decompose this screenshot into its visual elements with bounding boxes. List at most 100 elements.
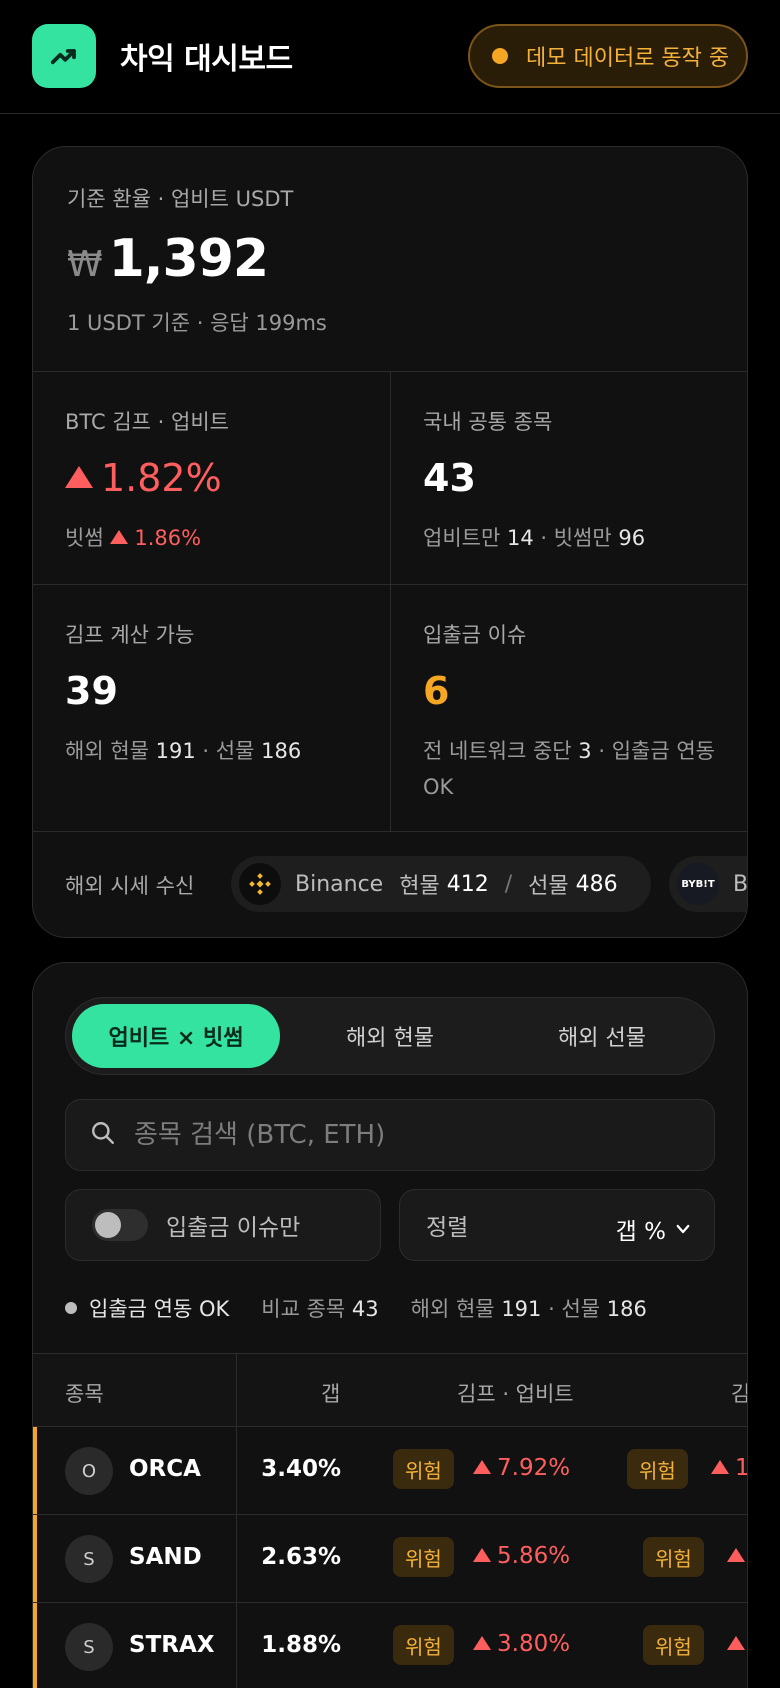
- tab-upbit-bithumb[interactable]: 업비트 × 빗썸: [72, 1004, 280, 1068]
- issue-only-label: 입출금 이슈만: [166, 1215, 301, 1241]
- coin-symbol: STRAX: [129, 1632, 215, 1658]
- app-header: 차익 대시보드 데모 데이터로 동작 중: [0, 0, 780, 114]
- link-status: 입출금 연동 OK: [89, 1297, 230, 1321]
- up-triangle-icon: [727, 1635, 745, 1650]
- coin-icon: S: [65, 1623, 113, 1671]
- exchange-pill-bybit[interactable]: BYB!T B: [669, 856, 748, 912]
- sort-value: 갭 %: [616, 1212, 692, 1246]
- spot-label: 현물: [399, 874, 440, 899]
- kimp-upbit-value: 7.92%: [473, 1455, 570, 1481]
- coin-symbol: SAND: [129, 1544, 202, 1570]
- issue-only-filter[interactable]: 입출금 이슈만: [65, 1189, 381, 1261]
- risk-badge-2: 위험: [627, 1449, 688, 1489]
- up-triangle-icon: [473, 1459, 491, 1474]
- rate-number: 1,392: [108, 229, 269, 289]
- binance-icon: [239, 863, 281, 905]
- exchange-rate-section: 기준 환율 · 업비트 USDT ₩ 1,392 1 USDT 기준 · 응답 …: [33, 147, 747, 372]
- common-coins-label: 국내 공통 종목: [423, 410, 553, 434]
- rate-label: 기준 환율 · 업비트 USDT: [67, 187, 294, 211]
- sort-select[interactable]: 정렬 갭 %: [399, 1189, 715, 1261]
- issue-only-toggle[interactable]: [92, 1209, 148, 1241]
- status-dot-icon: [492, 48, 508, 64]
- up-triangle-icon: [473, 1547, 491, 1562]
- kimp-calc-sub: 해외 현물 191 · 선물 186: [65, 739, 302, 763]
- coin-icon: O: [65, 1447, 113, 1495]
- kimp-upbit-value: 3.80%: [473, 1631, 570, 1657]
- app-title: 차익 대시보드: [120, 42, 293, 77]
- transfer-issue-cell: 입출금 이슈 6 전 네트워크 중단 3 · 입출금 연동 OK: [391, 585, 747, 832]
- column-header-symbol[interactable]: 종목: [65, 1378, 104, 1408]
- market-tabs: 업비트 × 빗썸 해외 현물 해외 선물: [65, 997, 715, 1075]
- table-header: 종목 갭 김프 · 업비트 김: [33, 1353, 747, 1427]
- demo-mode-badge[interactable]: 데모 데이터로 동작 중: [468, 24, 748, 88]
- up-triangle-icon: [711, 1459, 729, 1474]
- transfer-issue-sub: 전 네트워크 중단 3 · 입출금 연동 OK: [423, 739, 715, 799]
- table-row[interactable]: O ORCA 3.40% 위험 7.92% 위험 1: [33, 1427, 747, 1515]
- won-symbol: ₩: [67, 244, 103, 285]
- market-table-card: 업비트 × 빗썸 해외 현물 해외 선물 입출금 이슈만 정렬 갭 % 입출금 …: [32, 962, 748, 1688]
- futures-label: 선물: [528, 874, 569, 899]
- chevron-down-icon: [674, 1220, 692, 1238]
- gap-value: 3.40%: [261, 1456, 341, 1482]
- kimp-2-value: [727, 1631, 747, 1657]
- feed-label: 해외 시세 수신: [65, 874, 195, 898]
- spot-count: 412: [446, 871, 489, 897]
- btc-kimp-value: 1.82%: [65, 456, 222, 500]
- column-header-kimp-upbit[interactable]: 김프 · 업비트: [457, 1378, 574, 1408]
- kimp-calc-cell: 김프 계산 가능 39 해외 현물 191 · 선물 186: [33, 585, 391, 832]
- rate-subtext: 1 USDT 기준 · 응답 199ms: [67, 311, 327, 335]
- common-coins-cell: 국내 공통 종목 43 업비트만 14 · 빗썸만 96: [391, 372, 747, 585]
- risk-badge: 위험: [393, 1625, 454, 1665]
- futures-count: 486: [575, 871, 618, 897]
- warning-accent-bar: [33, 1427, 37, 1514]
- btc-kimp-cell: BTC 김프 · 업비트 1.82% 빗썸 1.86%: [33, 372, 391, 585]
- demo-badge-label: 데모 데이터로 동작 중: [526, 46, 730, 71]
- kimp-upbit-value: 5.86%: [473, 1543, 570, 1569]
- btc-kimp-bithumb: 빗썸 1.86%: [65, 526, 202, 550]
- transfer-issue-value: 6: [423, 669, 450, 713]
- kimp-calc-label: 김프 계산 가능: [65, 623, 195, 647]
- status-dot-icon: [65, 1302, 77, 1314]
- gap-value: 2.63%: [261, 1544, 341, 1570]
- common-coins-sub: 업비트만 14 · 빗썸만 96: [423, 526, 646, 550]
- tab-overseas-spot[interactable]: 해외 현물: [286, 1004, 494, 1068]
- overseas-count: 해외 현물 191 · 선물 186: [410, 1297, 647, 1321]
- up-triangle-icon: [727, 1547, 745, 1562]
- coin-icon: S: [65, 1535, 113, 1583]
- coin-symbol: ORCA: [129, 1456, 201, 1482]
- table-row[interactable]: S STRAX 1.88% 위험 3.80% 위험: [33, 1603, 747, 1688]
- risk-badge: 위험: [393, 1537, 454, 1577]
- risk-badge: 위험: [393, 1449, 454, 1489]
- search-input[interactable]: [134, 1120, 674, 1150]
- summary-card: 기준 환율 · 업비트 USDT ₩ 1,392 1 USDT 기준 · 응답 …: [32, 146, 748, 938]
- gap-value: 1.88%: [261, 1632, 341, 1658]
- up-triangle-icon: [65, 465, 93, 488]
- warning-accent-bar: [33, 1603, 37, 1688]
- warning-accent-bar: [33, 1515, 37, 1602]
- risk-badge-2: 위험: [643, 1537, 704, 1577]
- column-header-gap[interactable]: 갭: [321, 1378, 340, 1408]
- search-box: [65, 1099, 715, 1171]
- divider: /: [504, 871, 513, 897]
- kimp-calc-value: 39: [65, 669, 118, 713]
- status-row: 입출금 연동 OK 비교 종목 43 해외 현물 191 · 선물 186: [65, 1293, 647, 1323]
- common-coins-value: 43: [423, 456, 476, 500]
- feed-row: 해외 시세 수신 Binance 현물 412 / 선물 486 BYB!T B: [33, 832, 748, 937]
- up-triangle-icon: [473, 1635, 491, 1650]
- bybit-icon: BYB!T: [677, 863, 719, 905]
- risk-badge-2: 위험: [643, 1625, 704, 1665]
- tab-overseas-futures[interactable]: 해외 선물: [498, 1004, 706, 1068]
- exchange-name: Binance: [295, 871, 384, 897]
- kimp-2-value: [727, 1543, 747, 1569]
- kimp-2-value: 1: [711, 1455, 747, 1481]
- table-row[interactable]: S SAND 2.63% 위험 5.86% 위험: [33, 1515, 747, 1603]
- compare-count: 비교 종목 43: [261, 1297, 379, 1321]
- column-header-kimp-2[interactable]: 김: [731, 1378, 747, 1408]
- trending-up-icon: [32, 24, 96, 88]
- exchange-name: B: [733, 871, 748, 897]
- up-triangle-icon: [110, 530, 129, 544]
- exchange-pill-binance[interactable]: Binance 현물 412 / 선물 486: [231, 856, 651, 912]
- sort-label: 정렬: [426, 1215, 469, 1241]
- btc-kimp-label: BTC 김프 · 업비트: [65, 410, 229, 434]
- transfer-issue-label: 입출금 이슈: [423, 623, 527, 647]
